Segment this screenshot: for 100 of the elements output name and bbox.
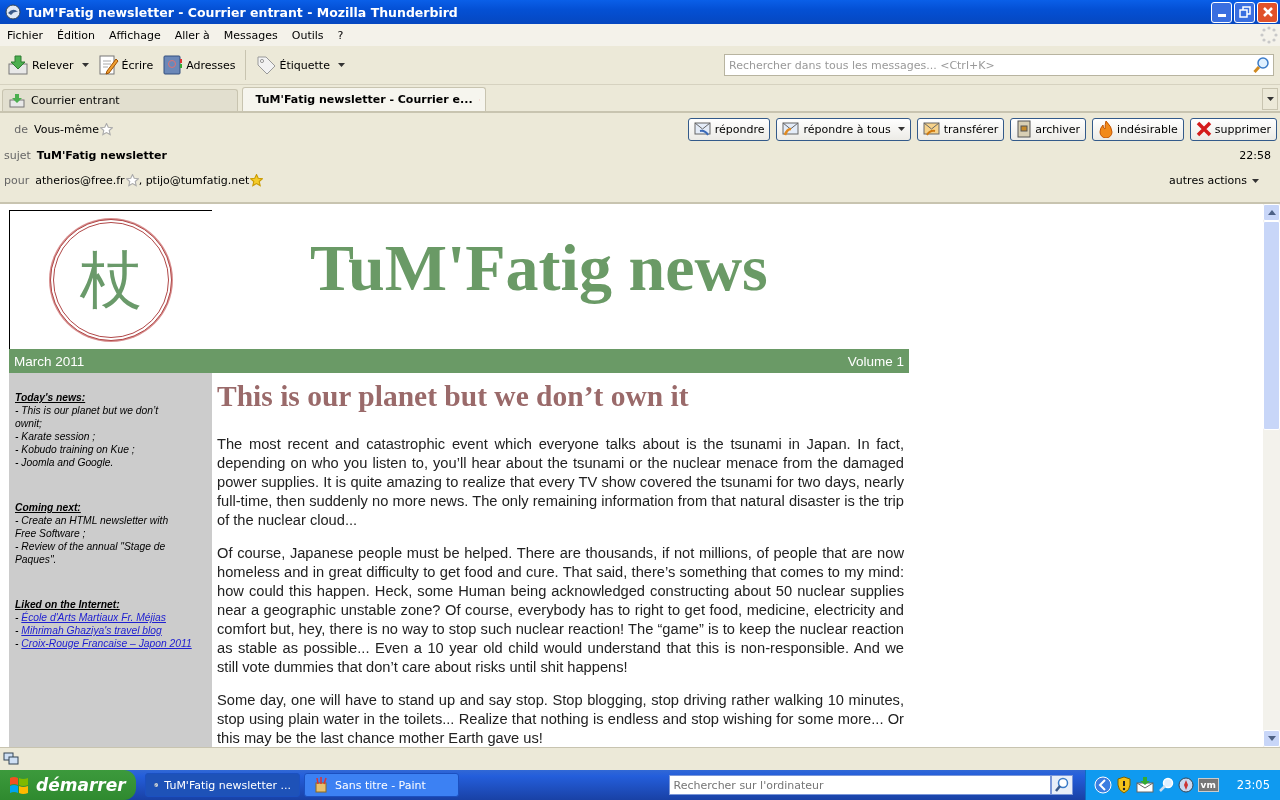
recipient-address[interactable]: atherios@free.fr bbox=[35, 174, 125, 187]
minimize-button[interactable] bbox=[1211, 1, 1232, 23]
newsletter-title: TuM'Fatig news bbox=[309, 230, 769, 306]
restore-icon bbox=[1238, 6, 1251, 18]
menu-item[interactable]: Aller à bbox=[170, 28, 214, 42]
sidebar-link[interactable]: École d'Arts Martiaux Fr. Méjias bbox=[21, 612, 166, 623]
to-label: pour bbox=[4, 174, 30, 187]
message-subject: TuM'Fatig newsletter bbox=[36, 149, 167, 162]
menu-item[interactable]: ? bbox=[333, 28, 348, 42]
computer-search-field[interactable]: Rechercher sur l'ordinateur bbox=[668, 775, 1051, 795]
more-actions-button[interactable]: autres actions bbox=[1163, 173, 1265, 188]
close-button[interactable] bbox=[1257, 1, 1278, 23]
compass-icon[interactable] bbox=[1177, 777, 1194, 793]
scroll-down-button[interactable] bbox=[1263, 730, 1280, 747]
spinner-icon bbox=[1260, 26, 1278, 44]
mail-download-icon[interactable] bbox=[1135, 777, 1154, 793]
article-heading: This is our planet but we don’t own it bbox=[217, 379, 690, 413]
tag-icon bbox=[254, 54, 277, 76]
pencil-page-icon bbox=[96, 54, 119, 76]
caret-icon bbox=[897, 127, 905, 131]
logo-emblem: 杖 bbox=[50, 219, 172, 341]
menu-item[interactable]: Outils bbox=[287, 28, 328, 42]
sidebar-item: - This is our planet but we don’t ownit; bbox=[15, 405, 159, 429]
search-icon[interactable] bbox=[1253, 56, 1271, 74]
message-action-button[interactable]: indésirable bbox=[1092, 117, 1184, 141]
windows-logo-icon bbox=[8, 775, 30, 795]
caret-icon bbox=[337, 63, 345, 67]
menu-item[interactable]: Fichier bbox=[3, 28, 47, 42]
star-icon[interactable] bbox=[250, 174, 264, 187]
sidebar-item: - Karate session ; bbox=[15, 431, 96, 442]
inbox-download-icon bbox=[7, 54, 29, 76]
article-paragraph: Some day, one will have to stand up and say stop. Stop blogging, stop driving rather walking 10 minutes, stop using plain water in the toilets... Realize that nothing is endless and stop wishing for some more... Or this may be the last chance mother Earth gave us! bbox=[217, 691, 904, 747]
search-field[interactable]: Rechercher dans tous les messages... <Ctrl+K> bbox=[724, 54, 1274, 76]
scroll-up-button[interactable] bbox=[1263, 204, 1280, 221]
clock: 23:05 bbox=[1236, 778, 1270, 792]
delete-icon bbox=[1195, 121, 1212, 137]
taskbar-button[interactable]: TuM'Fatig newsletter ... bbox=[145, 773, 300, 797]
address-book-icon bbox=[161, 54, 184, 76]
recipient-address[interactable]: ptijo@tumfatig.net bbox=[145, 174, 250, 187]
flame-icon bbox=[1098, 120, 1115, 138]
tab[interactable]: TuM'Fatig newsletter - Courrier e... bbox=[242, 87, 486, 111]
window-title: TuM'Fatig newsletter - Courrier entrant - Mozilla Thunderbird bbox=[26, 4, 459, 20]
message-action-button[interactable]: répondre bbox=[687, 117, 771, 141]
star-icon[interactable] bbox=[125, 174, 139, 187]
message-action-button[interactable]: archiver bbox=[1010, 117, 1087, 141]
shield-icon[interactable] bbox=[1115, 776, 1132, 794]
sidebar-item: - Create an HTML newsletter with Free Software ; bbox=[15, 515, 169, 539]
sidebar-link[interactable]: Mihrimah Ghaziya's travel blog bbox=[21, 625, 162, 636]
caret-icon bbox=[1266, 97, 1274, 101]
article-paragraph: The most recent and catastrophic event which everyone talks about is the tsunami in Japan. In fact, depending on who you listen to, you’ll hear about the tsunami or the nuclear menace from the damaged power supplies. It is quite amazing to realize that every TV show covered the tsunami for two days, nearly full-time, then suddenly no more news. The only remaining information from that natural disaster is the trip of the nuclear cloud... bbox=[217, 435, 904, 530]
sidebar-link[interactable]: Croix-Rouge Francaise – Japon 2011 bbox=[21, 638, 192, 649]
address-separator: , bbox=[138, 174, 144, 187]
toolbar-button[interactable]: Adresses bbox=[158, 52, 239, 78]
issue-date: March 2011 bbox=[14, 353, 85, 369]
archive-box-icon bbox=[1016, 120, 1033, 138]
tab[interactable]: Courrier entrant bbox=[2, 89, 238, 111]
menu-item[interactable]: Édition bbox=[52, 28, 99, 42]
article-paragraph: Of course, Japanese people must be helped. There are thousands, if not millions, of people that are now homeless and in great difficulty to get food and cure. That said, there’s something that comes to my mind: how could this happen. Heck, some Human being acknowledged constructing about 50 nuclear supplies near a geographic unstable zone? Of course, everybody has to right to get food, medicine, electricity and comfort but, hey, there is no way to stop such nuclear reaction! The “game” is to keep the nuclear reaction as stable as possible... Even a 10 year old child would understand that this is non-responsible. And we still vote dummies that don’t care about risks until shit happens! bbox=[217, 544, 904, 677]
sidebar-item: - Joomla and Google. bbox=[15, 457, 114, 468]
message-action-button[interactable]: transférer bbox=[916, 117, 1005, 141]
network-icon bbox=[3, 752, 19, 766]
paint-pot-icon bbox=[313, 777, 329, 793]
start-button[interactable]: démarrer bbox=[0, 770, 136, 800]
message-action-button[interactable]: répondre à tous bbox=[776, 117, 911, 141]
sender-name[interactable]: Vous-même bbox=[34, 122, 100, 136]
vm-tray-icon[interactable]: vm bbox=[1197, 778, 1219, 792]
list-bullet: - bbox=[15, 612, 19, 623]
list-bullet: - bbox=[15, 625, 19, 636]
menu-item[interactable]: Messages bbox=[219, 28, 282, 42]
restore-button[interactable] bbox=[1234, 1, 1255, 23]
tab-list-button[interactable] bbox=[1262, 88, 1278, 110]
up-arrow-icon bbox=[1267, 210, 1276, 215]
sidebar-heading: Coming next: bbox=[15, 501, 82, 514]
scroll-thumb[interactable] bbox=[1263, 221, 1280, 430]
star-icon[interactable] bbox=[100, 122, 114, 136]
scrollbar[interactable] bbox=[1263, 204, 1280, 747]
magnifier-icon[interactable] bbox=[1157, 777, 1174, 793]
sidebar-item: - Kobudo training on Kue ; bbox=[15, 444, 135, 455]
sidebar-heading: Liked on the Internet: bbox=[15, 598, 121, 611]
close-icon bbox=[1261, 6, 1274, 18]
menu-item[interactable]: Affichage bbox=[105, 28, 165, 42]
list-bullet: - bbox=[15, 638, 19, 649]
inbox-icon bbox=[9, 93, 25, 108]
caret-icon bbox=[1252, 178, 1259, 183]
minimize-icon bbox=[1217, 14, 1226, 17]
message-action-button[interactable]: supprimer bbox=[1189, 117, 1277, 141]
chevron-left-icon[interactable] bbox=[1093, 776, 1112, 794]
subject-label: sujet bbox=[4, 149, 31, 162]
toolbar-button[interactable]: Relever bbox=[4, 52, 92, 78]
toolbar-button[interactable]: Étiquette bbox=[251, 52, 348, 78]
issue-volume: Volume 1 bbox=[847, 353, 904, 369]
sidebar-heading: Today's news: bbox=[15, 391, 87, 404]
from-label: de bbox=[13, 122, 28, 136]
toolbar-button[interactable]: Écrire bbox=[93, 52, 157, 78]
down-arrow-icon bbox=[1267, 736, 1276, 741]
message-time: 22:58 bbox=[1239, 149, 1271, 162]
caret-icon bbox=[81, 63, 89, 67]
sidebar-item: - Review of the annual "Stage de Paques". bbox=[15, 541, 166, 565]
search-button[interactable] bbox=[1050, 775, 1073, 795]
taskbar-button[interactable]: Sans titre - Paint bbox=[304, 773, 459, 797]
